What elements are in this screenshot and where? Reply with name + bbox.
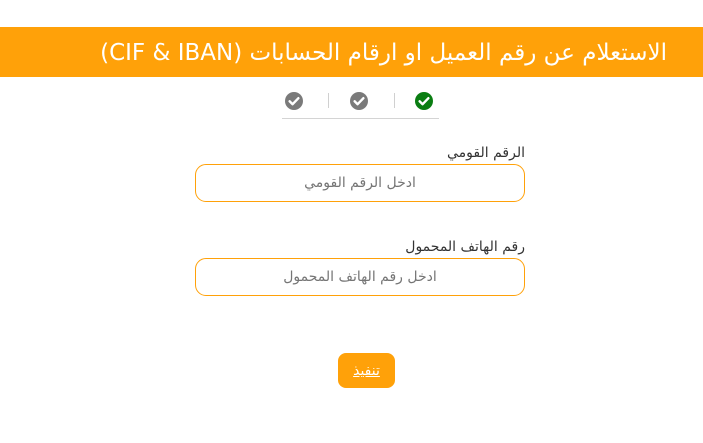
submit-button[interactable]: تنفيذ: [338, 353, 395, 388]
check-circle-icon: [350, 92, 368, 110]
national-id-input[interactable]: [195, 164, 525, 202]
check-circle-icon: [285, 92, 303, 110]
mobile-number-label: رقم الهاتف المحمول: [405, 239, 525, 255]
step-indicator: [282, 88, 439, 119]
mobile-number-input[interactable]: [195, 258, 525, 296]
page: الاستعلام عن رقم العميل او ارقام الحسابا…: [0, 0, 703, 443]
check-circle-icon: [415, 92, 433, 110]
step-divider: [394, 93, 395, 108]
step-1-check-icon: [284, 91, 304, 111]
step-2-check-icon: [349, 91, 369, 111]
step-3-check-icon: [414, 91, 434, 111]
national-id-label: الرقم القومي: [447, 145, 525, 161]
page-title: الاستعلام عن رقم العميل او ارقام الحسابا…: [100, 39, 667, 66]
page-header: الاستعلام عن رقم العميل او ارقام الحسابا…: [0, 27, 703, 77]
step-divider: [328, 93, 329, 108]
